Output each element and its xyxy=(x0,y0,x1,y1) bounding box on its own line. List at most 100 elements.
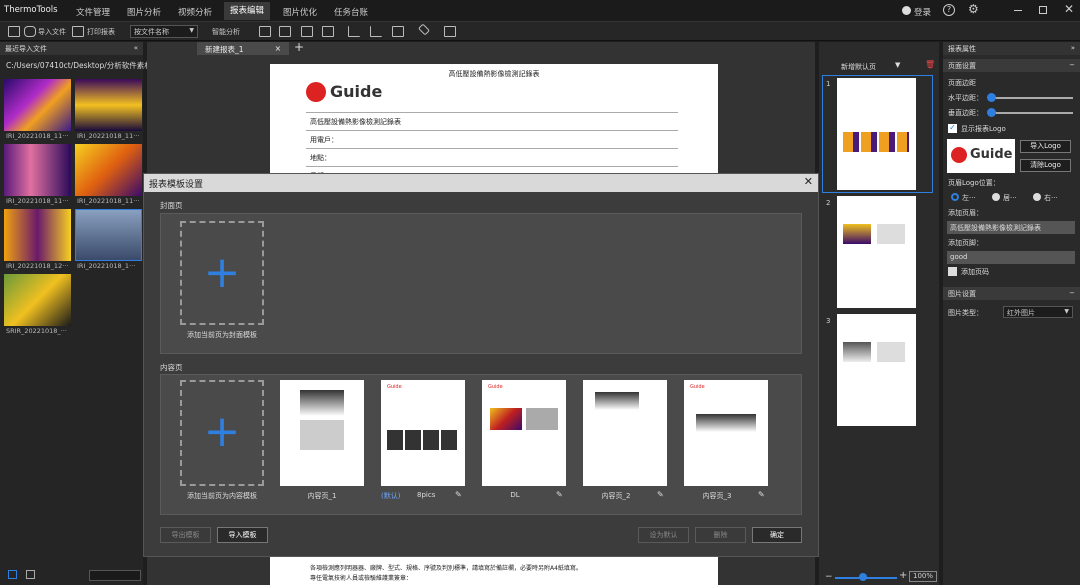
logo-right-radio[interactable] xyxy=(1033,193,1041,201)
collapse-icon[interactable]: − xyxy=(1069,289,1075,297)
edit-pencil-icon[interactable]: ✎ xyxy=(758,490,765,499)
show-logo-checkbox[interactable]: ✓ xyxy=(948,124,957,133)
sort-combo[interactable]: 按文件名称 ▼ xyxy=(130,25,198,38)
menu-file[interactable]: 文件管理 xyxy=(76,6,110,18)
close-tab-icon[interactable]: × xyxy=(275,44,281,53)
file-name: IRI_20221018_11··· xyxy=(6,132,69,140)
list-view-icon[interactable] xyxy=(26,570,35,579)
template-card[interactable]: Guide xyxy=(381,380,465,486)
new-default-page-button[interactable]: 新增默认页 xyxy=(841,62,876,72)
import-file-button[interactable]: 导入文件 xyxy=(38,27,66,37)
bar-chart-icon[interactable] xyxy=(348,26,360,37)
add-cover-template[interactable]: + xyxy=(180,221,264,325)
dropdown-icon[interactable]: ▼ xyxy=(895,61,900,69)
template-card[interactable] xyxy=(280,380,364,486)
help-icon[interactable]: ? xyxy=(943,4,955,16)
expand-icon[interactable]: » xyxy=(1071,44,1075,52)
logo-center-radio[interactable] xyxy=(992,193,1000,201)
print-report-button[interactable]: 打印报表 xyxy=(87,27,115,37)
add-header-label: 添加页眉： xyxy=(948,209,983,217)
logo-left-radio[interactable] xyxy=(951,193,959,201)
zoom-out-icon[interactable]: − xyxy=(825,572,833,582)
page-thumb-2[interactable] xyxy=(837,196,916,308)
h-margin-label: 水平边距： xyxy=(948,94,983,102)
set-default-button[interactable]: 设为默认 xyxy=(638,527,689,543)
export-template-button[interactable]: 导出模板 xyxy=(160,527,211,543)
close-icon[interactable]: ✕ xyxy=(804,176,813,187)
user-icon[interactable] xyxy=(902,6,911,15)
dialog-titlebar: 报表模板设置 ✕ xyxy=(144,174,818,192)
file-thumbnail[interactable] xyxy=(4,144,71,196)
comment-icon[interactable] xyxy=(392,26,404,37)
text-icon[interactable] xyxy=(279,26,291,37)
file-thumbnail[interactable] xyxy=(75,79,142,131)
restore-icon[interactable] xyxy=(1039,6,1047,14)
content-section: + 添加当前页为内容模板 内容页_1 Guide (默认) 8pics ✎ Gu… xyxy=(160,374,802,515)
file-thumbnail-selected[interactable] xyxy=(75,209,142,261)
table-icon[interactable] xyxy=(301,26,313,37)
edit-pencil-icon[interactable]: ✎ xyxy=(657,490,664,499)
guide-logo-icon xyxy=(306,82,326,102)
v-margin-slider[interactable] xyxy=(989,112,1073,114)
settings-gear-icon[interactable]: ⚙ xyxy=(968,2,979,16)
menu-report-edit[interactable]: 报表编辑 xyxy=(224,2,271,20)
delete-button[interactable]: 删除 xyxy=(695,527,746,543)
template-settings-icon[interactable] xyxy=(444,26,456,37)
file-thumbnail[interactable] xyxy=(75,144,142,196)
page-thumb-1[interactable] xyxy=(837,78,916,190)
search-input[interactable] xyxy=(89,570,141,581)
file-thumbnail[interactable] xyxy=(4,209,71,261)
recent-files-title: 最近导入文件 xyxy=(5,45,47,53)
menu-task-ledger[interactable]: 任务台账 xyxy=(334,6,368,18)
login-link[interactable]: 登录 xyxy=(914,6,931,18)
menu-video-analysis[interactable]: 视频分析 xyxy=(178,6,212,18)
file-thumbnail[interactable] xyxy=(4,79,71,131)
collapse-icon[interactable]: − xyxy=(1069,61,1075,69)
template-name: DL xyxy=(510,491,520,499)
line-chart-icon[interactable] xyxy=(370,26,382,37)
add-page-number-checkbox[interactable] xyxy=(948,267,957,276)
insert-image-icon[interactable] xyxy=(322,26,334,37)
file-thumbnail[interactable] xyxy=(4,274,71,326)
image-icon[interactable] xyxy=(259,26,271,37)
edit-pencil-icon[interactable]: ✎ xyxy=(556,490,563,499)
smart-analysis-button[interactable]: 智能分析 xyxy=(212,27,240,37)
delete-page-icon[interactable]: 🗑 xyxy=(925,60,935,69)
h-margin-handle[interactable] xyxy=(987,93,996,102)
ok-button[interactable]: 确定 xyxy=(752,527,802,543)
menu-image-optimize[interactable]: 图片优化 xyxy=(283,6,317,18)
save-icon[interactable] xyxy=(8,26,20,37)
page-thumb-3[interactable] xyxy=(837,314,916,426)
visible-image xyxy=(526,408,558,430)
import-icon[interactable] xyxy=(24,26,36,37)
tab-new-report[interactable]: 新建报表_1 × xyxy=(197,42,289,55)
edit-pencil-icon[interactable]: ✎ xyxy=(455,490,462,499)
zoom-level[interactable]: 100% xyxy=(909,571,937,582)
template-card[interactable]: Guide xyxy=(482,380,566,486)
thumb-image xyxy=(843,224,871,244)
close-window-icon[interactable]: ✕ xyxy=(1064,2,1074,16)
import-logo-button[interactable]: 导入Logo xyxy=(1020,140,1071,153)
guide-logo-text: Guide xyxy=(970,147,1013,162)
h-margin-slider[interactable] xyxy=(989,97,1073,99)
thumb-image xyxy=(843,342,871,362)
template-card[interactable] xyxy=(583,380,667,486)
footer-input[interactable]: good xyxy=(947,251,1075,264)
zoom-slider-handle[interactable] xyxy=(859,573,867,581)
grid-view-icon[interactable] xyxy=(8,570,17,579)
zoom-in-icon[interactable]: + xyxy=(899,570,907,581)
clear-logo-button[interactable]: 清除Logo xyxy=(1020,159,1071,172)
eraser-icon[interactable] xyxy=(417,23,431,36)
template-card[interactable]: Guide xyxy=(684,380,768,486)
header-input[interactable]: 高低壓設備熱影像檢測記錄表 xyxy=(947,221,1075,234)
import-template-button[interactable]: 导入模板 xyxy=(217,527,268,543)
image-type-select[interactable]: 红外图片 ▼ xyxy=(1003,306,1073,318)
add-content-template[interactable]: + xyxy=(180,380,264,486)
print-icon[interactable] xyxy=(72,26,84,37)
v-margin-handle[interactable] xyxy=(987,108,996,117)
add-tab-icon[interactable]: + xyxy=(294,40,304,54)
page-settings-title: 页面设置 xyxy=(948,62,976,70)
minimize-icon[interactable] xyxy=(1014,10,1022,11)
collapse-icon[interactable]: « xyxy=(134,44,138,52)
menu-image-analysis[interactable]: 图片分析 xyxy=(127,6,161,18)
